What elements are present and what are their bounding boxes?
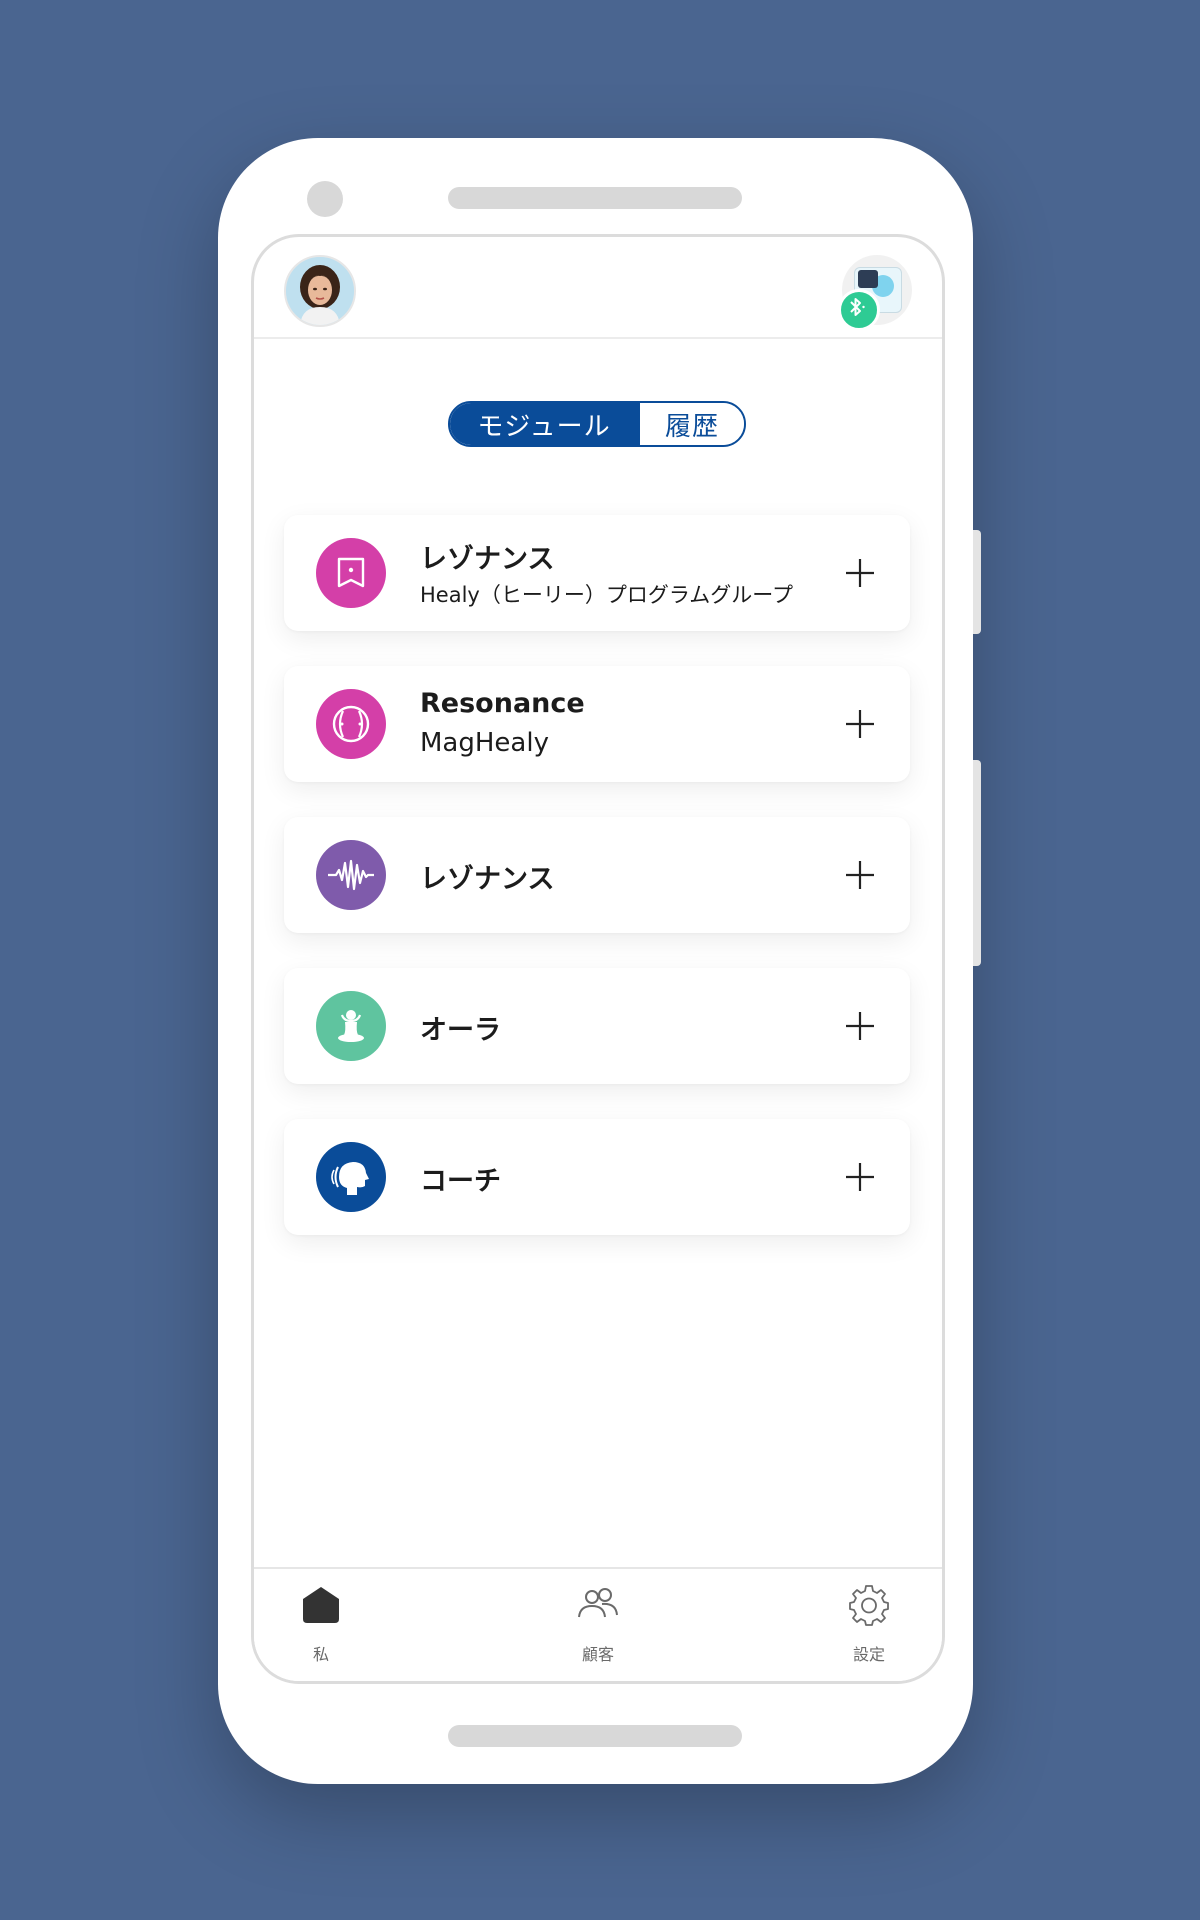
phone-home-bar xyxy=(448,1725,742,1747)
module-history-toggle: モジュール 履歴 xyxy=(448,401,746,447)
add-icon[interactable] xyxy=(844,859,876,891)
add-icon[interactable] xyxy=(844,708,876,740)
top-bar xyxy=(254,237,942,339)
home-icon xyxy=(303,1587,339,1623)
nav-item-settings[interactable]: 設定 xyxy=(824,1583,914,1665)
module-subtitle: MagHealy xyxy=(420,728,549,758)
avatar[interactable] xyxy=(284,255,356,327)
tab-history[interactable]: 履歴 xyxy=(638,403,744,445)
people-icon xyxy=(578,1588,618,1618)
phone-frame: モジュール 履歴 レゾナンス Healy（ヒーリー）プログラムグループ Reso… xyxy=(218,138,981,1784)
nav-item-customers[interactable]: 顧客 xyxy=(553,1583,643,1665)
module-card-coach[interactable]: コーチ xyxy=(284,1119,910,1235)
module-title: コーチ xyxy=(420,1166,501,1197)
add-icon[interactable] xyxy=(844,1010,876,1042)
module-title: オーラ xyxy=(420,1015,501,1046)
module-card-resonance-wave[interactable]: レゾナンス xyxy=(284,817,910,933)
module-subtitle: Healy（ヒーリー）プログラムグループ xyxy=(420,583,793,607)
app-screen: モジュール 履歴 レゾナンス Healy（ヒーリー）プログラムグループ Reso… xyxy=(251,234,945,1684)
phone-camera xyxy=(307,181,343,217)
waveform-icon xyxy=(316,840,386,910)
phone-speaker xyxy=(448,187,742,209)
bottom-nav: 私 顧客 設定 xyxy=(254,1567,942,1681)
tab-modules[interactable]: モジュール xyxy=(450,403,638,445)
module-card-resonance-maghealy[interactable]: Resonance MagHealy xyxy=(284,666,910,782)
avatar-image xyxy=(286,257,354,325)
module-card-aura[interactable]: オーラ xyxy=(284,968,910,1084)
nav-label-settings: 設定 xyxy=(852,1645,885,1664)
phone-side-button xyxy=(973,530,981,634)
add-icon[interactable] xyxy=(844,1161,876,1193)
module-title: Resonance xyxy=(420,688,585,719)
device-status[interactable] xyxy=(838,255,912,331)
phone-volume-button xyxy=(973,760,981,966)
nav-label-customers: 顧客 xyxy=(581,1645,614,1664)
module-card-resonance-healy[interactable]: レゾナンス Healy（ヒーリー）プログラムグループ xyxy=(284,515,910,631)
add-icon[interactable] xyxy=(844,557,876,589)
ball-icon xyxy=(316,689,386,759)
nav-item-me[interactable]: 私 xyxy=(276,1583,366,1665)
square-dot-icon xyxy=(316,538,386,608)
meditation-figure-icon xyxy=(316,991,386,1061)
head-profile-icon xyxy=(316,1142,386,1212)
module-title: レゾナンス xyxy=(420,864,555,895)
nav-label-me: 私 xyxy=(312,1645,329,1664)
gear-icon xyxy=(849,1585,889,1626)
device-screen xyxy=(858,270,878,288)
module-title: レゾナンス xyxy=(420,544,555,575)
bluetooth-icon xyxy=(838,289,880,331)
